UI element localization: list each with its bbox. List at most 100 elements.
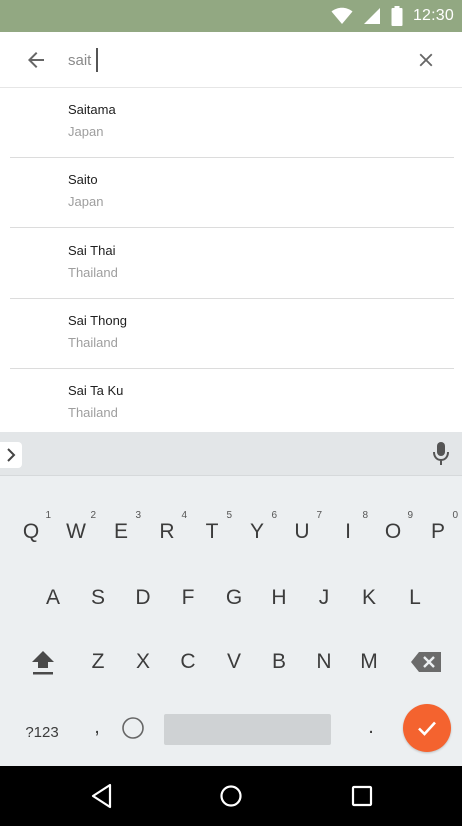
list-item[interactable]: Sai Thai Thailand	[0, 229, 462, 299]
wifi-icon	[331, 7, 353, 24]
place-country: Thailand	[68, 265, 118, 280]
backspace-key[interactable]	[404, 634, 448, 690]
key-label: I	[345, 520, 351, 543]
text-cursor	[96, 48, 98, 72]
nav-home-button[interactable]	[213, 780, 249, 812]
key-i[interactable]: 8I	[326, 504, 370, 560]
list-item[interactable]: Sai Ta Ku Thailand	[0, 369, 462, 432]
battery-icon	[391, 6, 403, 26]
list-item[interactable]: Saitama Japan	[0, 88, 462, 158]
microphone-icon	[433, 442, 449, 465]
key-label: C	[180, 650, 196, 673]
close-icon	[419, 53, 433, 67]
key-v[interactable]: V	[212, 634, 256, 690]
comma-key[interactable]: ,	[75, 702, 119, 752]
circle-icon	[122, 717, 144, 739]
key-label: Y	[249, 520, 264, 543]
key-u[interactable]: 7U	[280, 504, 324, 560]
key-k[interactable]: K	[347, 570, 391, 626]
circle-home-icon	[220, 785, 242, 807]
key-label: P	[430, 520, 445, 543]
status-bar: 12:30	[0, 0, 462, 32]
place-name: Sai Thai	[68, 243, 116, 258]
key-o[interactable]: 9O	[371, 504, 415, 560]
key-label: D	[135, 586, 151, 609]
key-s[interactable]: S	[76, 570, 120, 626]
key-label: Q	[22, 520, 40, 543]
key-d[interactable]: D	[121, 570, 165, 626]
key-label: L	[409, 586, 421, 609]
key-t[interactable]: 5T	[190, 504, 234, 560]
done-button[interactable]	[403, 704, 451, 752]
checkmark-icon	[418, 721, 436, 736]
key-hint: 7	[316, 510, 322, 521]
key-c[interactable]: C	[166, 634, 210, 690]
key-label: T	[205, 520, 219, 543]
symbols-key[interactable]: ?123	[16, 712, 68, 752]
divider	[10, 227, 454, 228]
backspace-icon	[411, 652, 441, 672]
key-y[interactable]: 6Y	[235, 504, 279, 560]
place-name: Saito	[68, 172, 98, 187]
voice-input-button[interactable]	[430, 440, 452, 468]
place-name: Sai Ta Ku	[68, 383, 124, 398]
key-h[interactable]: H	[257, 570, 301, 626]
space-bar[interactable]	[164, 714, 331, 745]
key-g[interactable]: G	[212, 570, 256, 626]
key-a[interactable]: A	[31, 570, 75, 626]
search-input[interactable]: sait	[68, 44, 98, 76]
key-r[interactable]: 4R	[145, 504, 189, 560]
results-list: Saitama Japan Saito Japan Sai Thai Thail…	[0, 88, 462, 432]
key-x[interactable]: X	[121, 634, 165, 690]
list-item[interactable]: Saito Japan	[0, 158, 462, 228]
key-j[interactable]: J	[302, 570, 346, 626]
place-country: Japan	[68, 194, 104, 209]
key-hint: 9	[407, 510, 413, 521]
shift-icon	[32, 651, 54, 675]
status-time: 12:30	[412, 7, 454, 24]
expand-suggestions-button[interactable]	[0, 442, 22, 468]
key-label: ,	[94, 715, 100, 738]
key-m[interactable]: M	[347, 634, 391, 690]
soft-keyboard: 1Q 2W 3E 4R 5T 6Y 7U 8I 9O 0P A S D F G …	[0, 432, 462, 766]
key-p[interactable]: 0P	[416, 504, 460, 560]
place-country: Thailand	[68, 405, 118, 420]
key-w[interactable]: 2W	[54, 504, 98, 560]
key-f[interactable]: F	[166, 570, 210, 626]
key-b[interactable]: B	[257, 634, 301, 690]
key-hint: 6	[271, 510, 277, 521]
key-label: U	[294, 520, 310, 543]
place-name: Sai Thong	[68, 313, 128, 328]
key-label: B	[271, 650, 286, 673]
emoji-key[interactable]	[118, 713, 148, 743]
key-label: R	[159, 520, 175, 543]
status-icons: 12:30	[331, 0, 454, 32]
search-query: sait	[68, 51, 92, 69]
key-hint: 3	[135, 510, 141, 521]
period-key[interactable]: .	[349, 702, 393, 752]
back-button[interactable]	[18, 42, 54, 78]
key-label: J	[318, 586, 330, 609]
cell-signal-icon	[363, 8, 380, 24]
key-n[interactable]: N	[302, 634, 346, 690]
system-nav-bar	[0, 766, 462, 826]
key-e[interactable]: 3E	[99, 504, 143, 560]
key-hint: 8	[362, 510, 368, 521]
key-hint: 1	[45, 510, 51, 521]
nav-recents-button[interactable]	[344, 780, 380, 812]
key-label: E	[113, 520, 128, 543]
key-hint: 4	[181, 510, 187, 521]
nav-back-button[interactable]	[84, 780, 120, 812]
key-label: G	[225, 586, 243, 609]
search-bar: sait	[0, 32, 462, 88]
key-z[interactable]: Z	[76, 634, 120, 690]
shift-key[interactable]	[21, 634, 65, 690]
list-item[interactable]: Sai Thong Thailand	[0, 299, 462, 369]
key-label: M	[360, 650, 378, 673]
place-name: Saitama	[68, 102, 116, 117]
key-l[interactable]: L	[393, 570, 437, 626]
key-label: X	[135, 650, 150, 673]
clear-search-button[interactable]	[408, 42, 444, 78]
key-hint: 5	[226, 510, 232, 521]
key-q[interactable]: 1Q	[9, 504, 53, 560]
